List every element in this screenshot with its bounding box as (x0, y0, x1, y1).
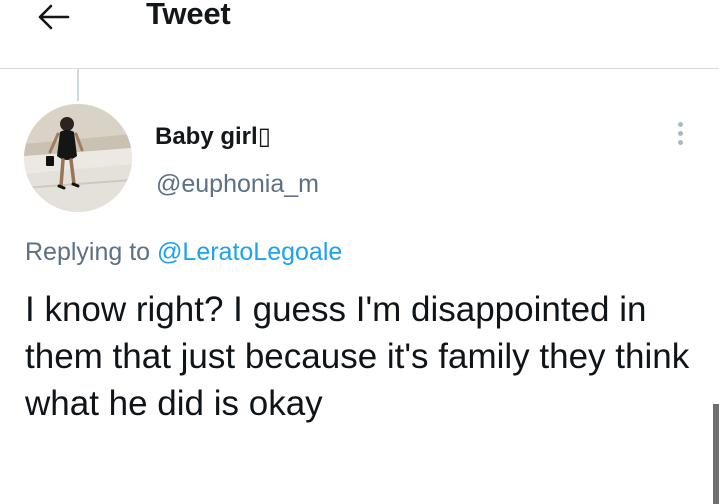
arrow-left-icon (38, 4, 70, 30)
more-vertical-icon (677, 122, 683, 127)
tweet-text: I know right? I guess I'm disappointed i… (25, 290, 690, 423)
replying-to-line: Replying to @LeratoLegoale (25, 238, 342, 267)
back-button[interactable] (36, 2, 80, 32)
more-options-button[interactable] (668, 118, 692, 158)
thread-connector-line (77, 69, 79, 101)
replying-to-label: Replying to (25, 238, 151, 266)
author-name[interactable]: Baby girl▯ (155, 122, 271, 151)
avatar-photo-image (24, 104, 132, 212)
replying-to-handle-link[interactable]: @LeratoLegoale (157, 238, 342, 266)
author-avatar[interactable] (24, 104, 132, 212)
scrollbar-thumb[interactable] (713, 404, 719, 504)
author-handle[interactable]: @euphonia_m (156, 170, 319, 199)
more-vertical-icon-dot (677, 140, 683, 145)
more-vertical-icon-dot (677, 131, 683, 136)
top-bar: Tweet (0, 0, 719, 69)
page-title: Tweet (146, 0, 231, 31)
